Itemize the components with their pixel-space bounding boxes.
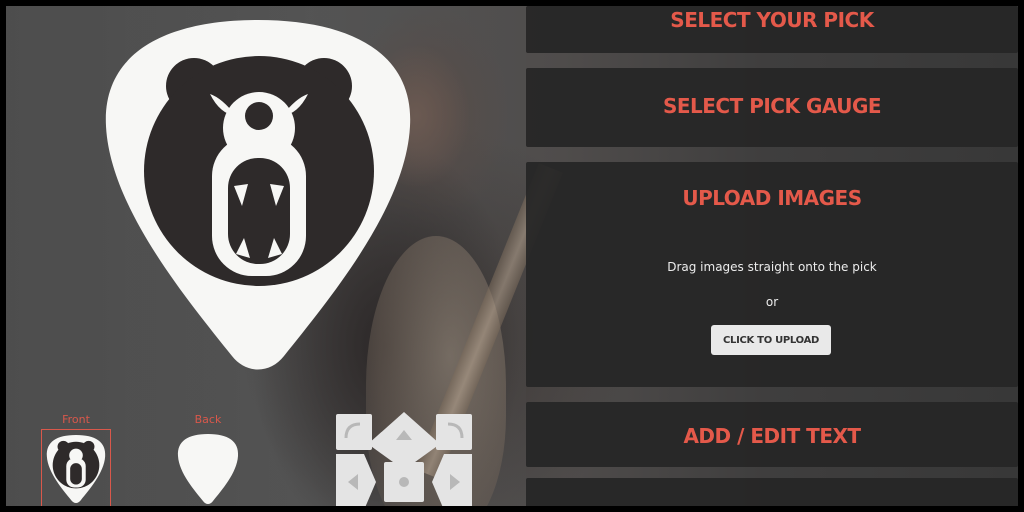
bear-head-icon [144, 56, 374, 286]
rotate-left-icon [336, 414, 372, 450]
add-text-title[interactable]: ADD / EDIT TEXT [526, 424, 1018, 448]
back-thumbnail[interactable] [173, 429, 243, 506]
position-controls [334, 412, 474, 506]
front-label: Front [62, 413, 90, 426]
add-text-panel[interactable]: ADD / EDIT TEXT [526, 402, 1018, 467]
select-pick-panel[interactable]: SELECT YOUR PICK [526, 6, 1018, 53]
editor-canvas: Front Back SELECT YOUR PICK SELECT PICK … [6, 6, 1018, 506]
arrow-up-icon [368, 412, 440, 470]
rotate-right-icon [436, 414, 472, 450]
pick-preview[interactable] [102, 16, 414, 378]
pick-shape [105, 20, 411, 370]
front-thumbnail[interactable] [41, 429, 111, 506]
select-gauge-panel[interactable]: SELECT PICK GAUGE [526, 68, 1018, 147]
select-pick-title[interactable]: SELECT YOUR PICK [526, 8, 1018, 32]
upload-images-panel: UPLOAD IMAGES Drag images straight onto … [526, 162, 1018, 387]
upload-images-title[interactable]: UPLOAD IMAGES [526, 186, 1018, 210]
bear-head-icon [52, 440, 100, 489]
drag-hint: Drag images straight onto the pick [667, 260, 877, 274]
upload-button[interactable]: CLICK TO UPLOAD [711, 325, 831, 355]
or-text: or [765, 295, 779, 309]
select-gauge-title[interactable]: SELECT PICK GAUGE [526, 94, 1018, 118]
back-label: Back [194, 413, 222, 426]
next-panel[interactable] [526, 478, 1018, 506]
